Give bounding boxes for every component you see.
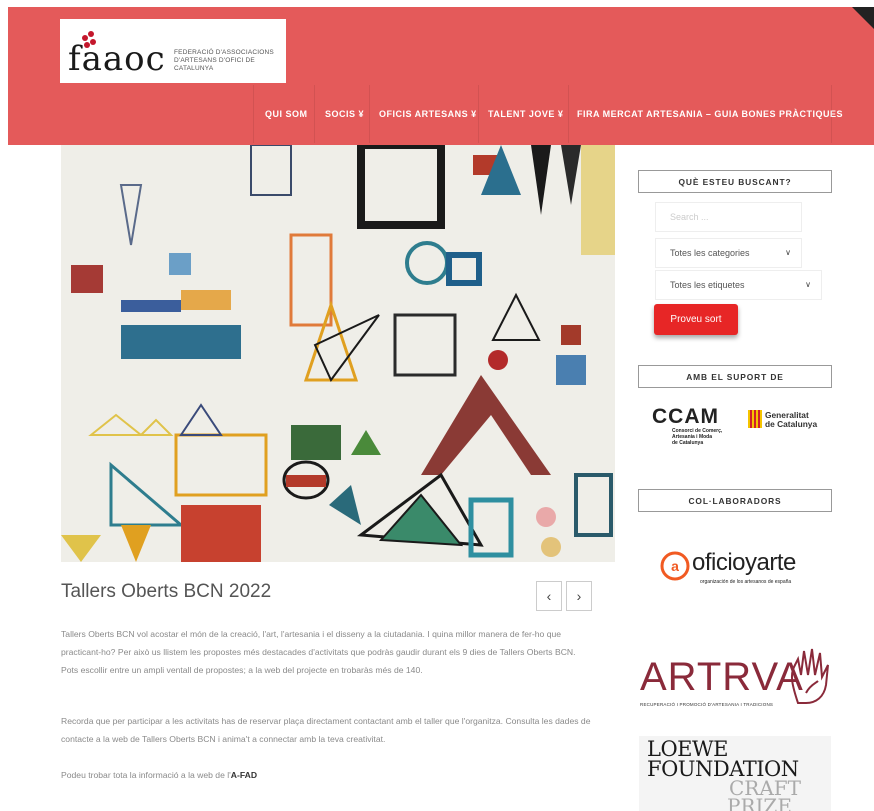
nav-divider	[478, 85, 479, 143]
post-paragraph: Podeu trobar tota la informació a la web…	[61, 770, 258, 780]
post-paragraph: Recorda que per participar a les activit…	[61, 716, 591, 744]
artwork-illustration	[61, 145, 615, 562]
oficioyarte-logo[interactable]: a oficioyarte organización de los artesa…	[660, 549, 810, 589]
corner-ribbon[interactable]	[852, 7, 874, 29]
nav-item-fira-mercat[interactable]: FIRA MERCAT ARTESANIA – GUIA BONES PRÀCT…	[577, 83, 843, 145]
svg-text:a: a	[671, 558, 679, 574]
oficioyarte-circle-icon: a	[660, 551, 690, 581]
generalitat-logo[interactable]: Generalitat de Catalunya	[748, 410, 828, 432]
nav-divider	[831, 85, 832, 143]
nav-divider	[568, 85, 569, 143]
chevron-left-icon: ‹	[546, 588, 552, 604]
post-title: Tallers Oberts BCN 2022	[61, 581, 272, 602]
search-submit-button[interactable]: Proveu sort	[654, 304, 738, 335]
hand-icon	[790, 648, 829, 704]
logo-wordmark: faaoc	[68, 39, 166, 79]
logo-tagline: FEDERACIÓ D'ASSOCIACIONS D'ARTESANS D'OF…	[174, 49, 274, 72]
chevron-down-icon: ∨	[785, 248, 791, 257]
search-input[interactable]: Search ...	[655, 202, 802, 232]
site-logo[interactable]: faaoc FEDERACIÓ D'ASSOCIACIONS D'ARTESAN…	[60, 19, 286, 83]
post-paragraph: Tallers Oberts BCN vol acostar el món de…	[61, 629, 576, 675]
senyera-icon	[748, 410, 762, 428]
nav-item-oficis-artesans[interactable]: OFICIS ARTESANS ¥	[379, 83, 477, 145]
support-widget-title: AMB EL SUPORT DE	[638, 365, 832, 388]
ccam-logo[interactable]: CCAM Consorci de Comerç, Artesania i Mod…	[652, 406, 738, 454]
chevron-right-icon: ›	[576, 588, 582, 604]
nav-item-qui-som[interactable]: QUI SOM	[265, 83, 308, 145]
nav-item-socis[interactable]: SOCIS ¥	[325, 83, 364, 145]
nav-divider	[253, 85, 254, 143]
featured-image[interactable]	[61, 145, 615, 562]
afad-link[interactable]: A-FAD	[231, 770, 257, 780]
category-select[interactable]: Totes les categories ∨	[655, 238, 802, 268]
prev-post-button[interactable]: ‹	[536, 581, 562, 611]
loewe-foundation-logo[interactable]: LOEWE FOUNDATION CRAFT PRIZE	[639, 736, 831, 811]
artrva-logo[interactable]: ARTRVA RECUPERACIÓ I PROMOCIÓ D'ARTESANI…	[638, 645, 833, 711]
search-widget-title: QUÈ ESTEU BUSCANT?	[638, 170, 832, 193]
nav-divider	[369, 85, 370, 143]
chevron-down-icon: ∨	[805, 280, 811, 289]
next-post-button[interactable]: ›	[566, 581, 592, 611]
nav-divider	[314, 85, 315, 143]
main-nav: QUI SOM SOCIS ¥ OFICIS ARTESANS ¥ TALENT…	[8, 83, 874, 145]
collaborators-widget-title: COL·LABORADORS	[638, 489, 832, 512]
tag-select[interactable]: Totes les etiquetes ∨	[655, 270, 822, 300]
nav-item-talent-jove[interactable]: TALENT JOVE ¥	[488, 83, 563, 145]
site-header: faaoc FEDERACIÓ D'ASSOCIACIONS D'ARTESAN…	[8, 7, 874, 145]
